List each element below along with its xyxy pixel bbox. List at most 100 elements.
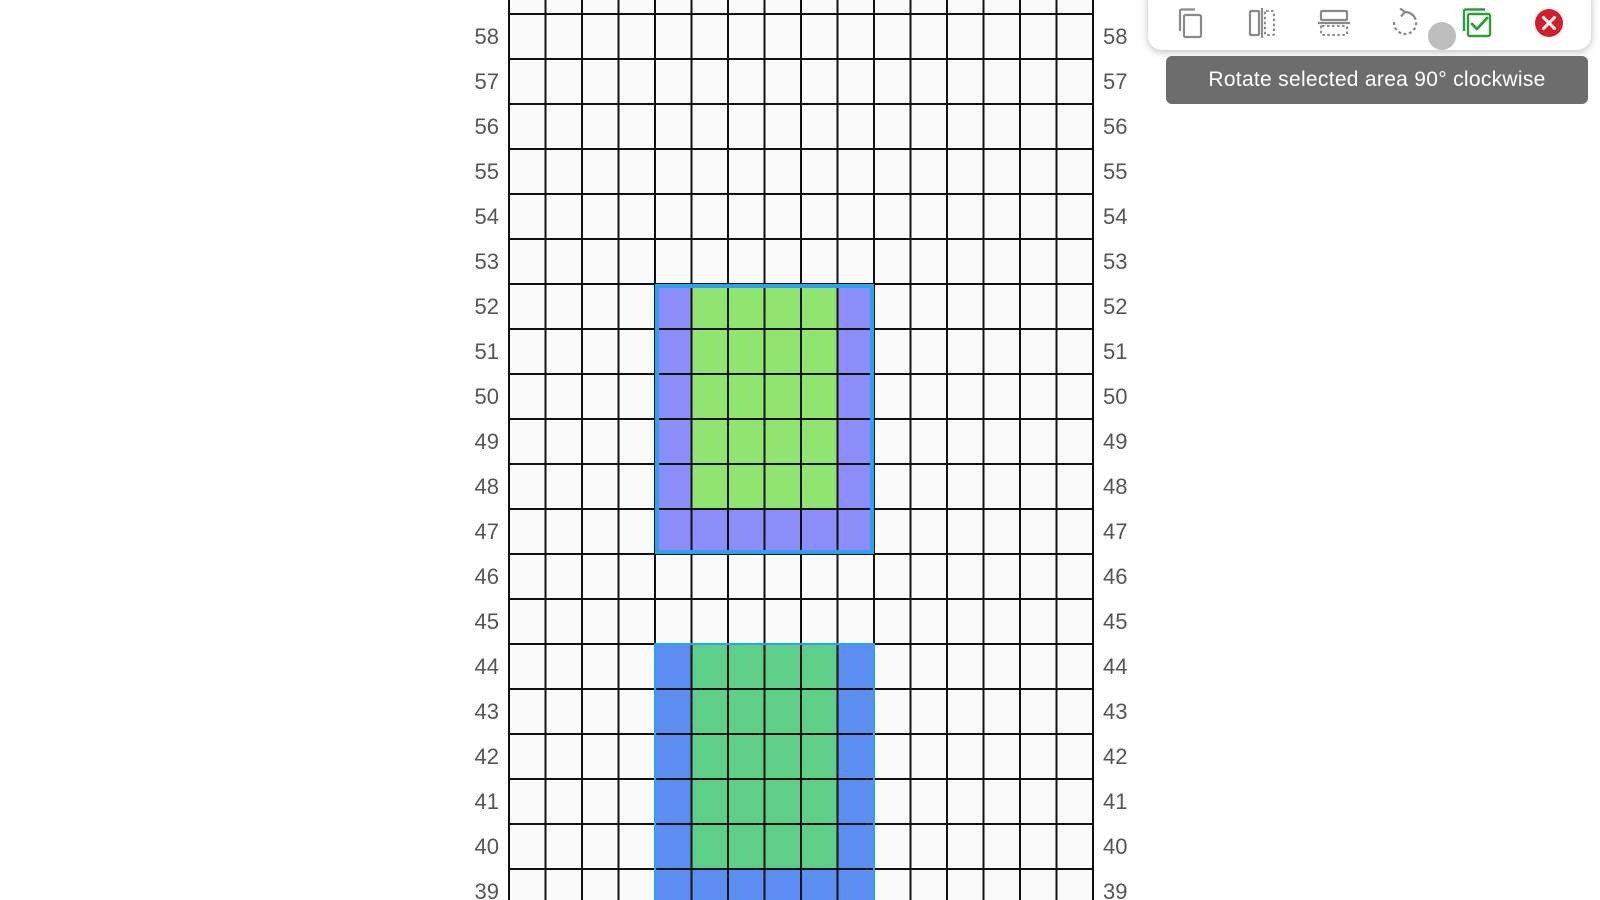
lower-motif-cell[interactable] [728, 734, 765, 779]
lower-motif-cell[interactable] [691, 869, 729, 900]
lower-motif-cell[interactable] [655, 689, 692, 734]
rotate-tooltip: Rotate selected area 90° clockwise [1166, 56, 1588, 104]
upper-motif-cell[interactable] [801, 509, 838, 554]
row-label-left: 54 [474, 204, 499, 229]
upper-motif-cell[interactable] [764, 464, 802, 509]
lower-motif-cell[interactable] [655, 779, 692, 824]
lower-motif-cell[interactable] [655, 869, 692, 900]
lower-motif-cell[interactable] [801, 644, 838, 689]
upper-motif-cell[interactable] [801, 329, 838, 374]
upper-motif-cell[interactable] [837, 329, 875, 374]
upper-motif-cell[interactable] [728, 284, 765, 329]
copy-icon [1178, 8, 1203, 39]
upper-motif-cell[interactable] [728, 464, 765, 509]
lower-motif-cell[interactable] [691, 824, 729, 869]
row-label-right: 45 [1103, 609, 1128, 634]
upper-motif-cell[interactable] [655, 509, 692, 554]
copy-button[interactable] [1168, 1, 1212, 45]
lower-motif-cell[interactable] [837, 734, 875, 779]
lower-motif-cell[interactable] [728, 779, 765, 824]
stitch-grid[interactable] [0, 0, 1600, 900]
lower-motif-cell[interactable] [764, 779, 802, 824]
lower-motif-cell[interactable] [728, 824, 765, 869]
lower-motif-cell[interactable] [764, 824, 802, 869]
flip-horizontal-icon [1248, 8, 1275, 38]
upper-motif-cell[interactable] [655, 464, 692, 509]
upper-motif-cell[interactable] [655, 284, 692, 329]
row-label-left: 49 [474, 429, 499, 454]
upper-motif-cell[interactable] [764, 509, 802, 554]
row-label-left: 42 [474, 744, 499, 769]
flip-horizontal-button[interactable] [1240, 1, 1284, 45]
row-label-right: 47 [1103, 519, 1128, 544]
row-label-left: 58 [474, 24, 499, 49]
lower-motif-cell[interactable] [801, 779, 838, 824]
upper-motif-cell[interactable] [691, 509, 729, 554]
rotate-clockwise-icon [1393, 7, 1418, 36]
row-label-right: 43 [1103, 699, 1128, 724]
row-label-right: 55 [1103, 159, 1128, 184]
lower-motif-cell[interactable] [655, 734, 692, 779]
upper-motif-cell[interactable] [691, 374, 729, 419]
upper-motif-cell[interactable] [801, 419, 838, 464]
lower-motif-cell[interactable] [837, 779, 875, 824]
row-label-right: 40 [1103, 834, 1128, 859]
upper-motif-cell[interactable] [691, 464, 729, 509]
lower-motif-cell[interactable] [801, 689, 838, 734]
lower-motif-cell[interactable] [691, 779, 729, 824]
lower-motif-cell[interactable] [837, 869, 875, 900]
lower-motif-cell[interactable] [728, 689, 765, 734]
row-label-right: 48 [1103, 474, 1128, 499]
close-selection-button[interactable] [1527, 1, 1571, 45]
lower-motif-cell[interactable] [801, 869, 838, 900]
apply-selection-button[interactable] [1455, 1, 1499, 45]
upper-motif-cell[interactable] [801, 374, 838, 419]
upper-motif-cell[interactable] [728, 374, 765, 419]
lower-motif-cell[interactable] [837, 689, 875, 734]
rotate-clockwise-button[interactable] [1383, 1, 1427, 45]
row-label-right: 58 [1103, 24, 1128, 49]
row-label-right: 53 [1103, 249, 1128, 274]
lower-motif-cell[interactable] [655, 824, 692, 869]
lower-motif-cell[interactable] [691, 734, 729, 779]
upper-motif-cell[interactable] [837, 464, 875, 509]
upper-motif-cell[interactable] [728, 509, 765, 554]
upper-motif-cell[interactable] [837, 419, 875, 464]
lower-motif-cell[interactable] [764, 869, 802, 900]
lower-motif-cell[interactable] [764, 644, 802, 689]
lower-motif-cell[interactable] [691, 644, 729, 689]
lower-motif-cell[interactable] [764, 689, 802, 734]
lower-motif-cell[interactable] [837, 644, 875, 689]
knitting-chart-editor: 58 58 57 57 56 56 55 55 54 54 53 53 52 52 51 51 50 50 49 49… [0, 0, 1600, 900]
lower-motif-cell[interactable] [728, 869, 765, 900]
upper-motif-cell[interactable] [655, 419, 692, 464]
row-label-left: 40 [474, 834, 499, 859]
flip-vertical-button[interactable] [1312, 1, 1356, 45]
upper-motif-cell[interactable] [837, 509, 875, 554]
upper-motif-cell[interactable] [764, 419, 802, 464]
lower-motif-cell[interactable] [655, 644, 692, 689]
upper-motif-cell[interactable] [655, 374, 692, 419]
row-label-right: 56 [1103, 114, 1128, 139]
upper-motif-cell[interactable] [691, 329, 729, 374]
upper-motif-cell[interactable] [764, 284, 802, 329]
upper-motif-cell[interactable] [764, 329, 802, 374]
lower-motif-cell[interactable] [691, 689, 729, 734]
upper-motif-cell[interactable] [837, 374, 875, 419]
upper-motif-cell[interactable] [801, 464, 838, 509]
lower-motif-cell[interactable] [837, 824, 875, 869]
lower-motif-cell[interactable] [728, 644, 765, 689]
upper-motif-cell[interactable] [837, 284, 875, 329]
upper-motif-cell[interactable] [728, 419, 765, 464]
upper-motif-cell[interactable] [728, 329, 765, 374]
upper-motif-cell[interactable] [764, 374, 802, 419]
lower-motif-cell[interactable] [801, 734, 838, 779]
upper-motif-cell[interactable] [801, 284, 838, 329]
touch-indicator [1428, 22, 1456, 50]
upper-motif-cell[interactable] [691, 419, 729, 464]
upper-motif-cell[interactable] [655, 329, 692, 374]
upper-motif-cell[interactable] [691, 284, 729, 329]
row-label-left: 53 [474, 249, 499, 274]
lower-motif-cell[interactable] [801, 824, 838, 869]
lower-motif-cell[interactable] [764, 734, 802, 779]
